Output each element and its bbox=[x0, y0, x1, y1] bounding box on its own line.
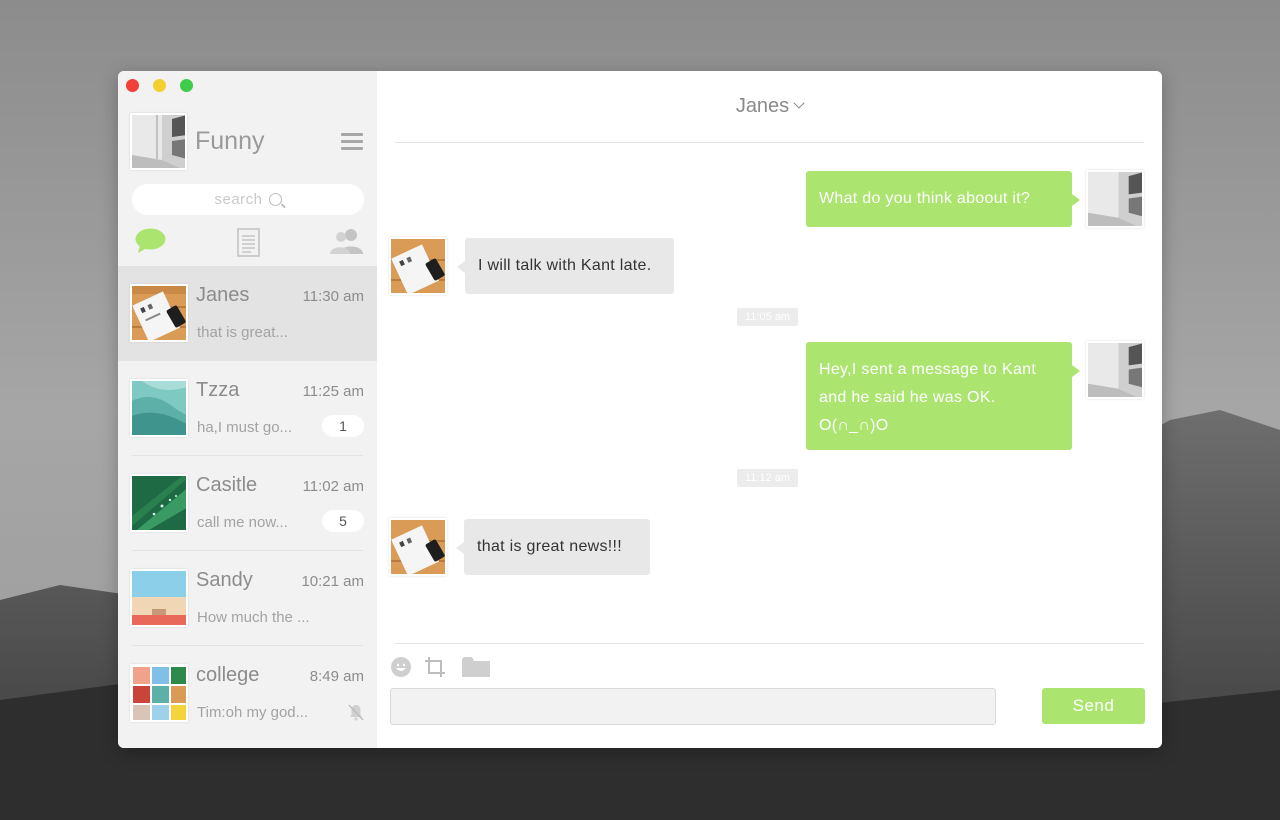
conversation-list: Janes 11:30 am that is great... Tzza 11:… bbox=[118, 266, 377, 741]
conversation-item-janes[interactable]: Janes 11:30 am that is great... bbox=[118, 266, 377, 361]
my-avatar bbox=[1086, 341, 1144, 399]
input-divider bbox=[395, 643, 1144, 644]
contact-name: college bbox=[196, 664, 260, 686]
contact-name: Janes bbox=[196, 284, 250, 306]
message-input[interactable] bbox=[390, 688, 996, 725]
message-text: What do you think aboout it? bbox=[819, 190, 1031, 207]
avatar bbox=[130, 569, 188, 627]
header-divider bbox=[395, 142, 1144, 143]
message-time: 10:21 am bbox=[301, 573, 364, 590]
outgoing-message: Hey,I sent a message to Kant and he said… bbox=[806, 342, 1080, 450]
profile-name: Funny bbox=[195, 127, 265, 155]
emoji-icon[interactable] bbox=[390, 656, 412, 678]
my-avatar bbox=[1086, 170, 1144, 228]
group-avatar bbox=[130, 664, 188, 722]
contact-name: Casitle bbox=[196, 474, 258, 496]
incoming-message: that is great news!!! bbox=[456, 519, 650, 575]
avatar bbox=[130, 284, 188, 342]
message-text: that is great news!!! bbox=[477, 538, 623, 555]
unread-badge: 1 bbox=[322, 415, 364, 437]
message-time: 8:49 am bbox=[309, 668, 364, 685]
outgoing-message: What do you think aboout it? bbox=[806, 171, 1080, 227]
message-preview: ha,I must go... bbox=[197, 419, 293, 436]
chat-window: Funny search Janes 11:30 am that is grea… bbox=[118, 71, 1162, 748]
message-preview: How much the ... bbox=[197, 609, 310, 626]
maximize-window-button[interactable] bbox=[180, 79, 193, 92]
message-time: 11:02 am bbox=[302, 478, 364, 495]
conversation-item-sandy[interactable]: Sandy 10:21 am How much the ... bbox=[118, 551, 377, 646]
sidebar: Funny search Janes 11:30 am that is grea… bbox=[118, 71, 377, 748]
profile-avatar[interactable] bbox=[130, 113, 187, 170]
conversation-item-college[interactable]: college 8:49 am Tim:oh my god... bbox=[118, 646, 377, 741]
conversation-item-tzza[interactable]: Tzza 11:25 am ha,I must go... 1 bbox=[118, 361, 377, 456]
contacts-icon[interactable] bbox=[330, 228, 363, 254]
chat-panel: Janes What do you think aboout it? I wil… bbox=[377, 71, 1162, 748]
close-window-button[interactable] bbox=[126, 79, 139, 92]
contact-avatar bbox=[389, 237, 447, 295]
folder-icon[interactable] bbox=[462, 656, 490, 678]
contact-name: Tzza bbox=[196, 379, 240, 401]
menu-icon[interactable] bbox=[341, 133, 363, 151]
avatar bbox=[130, 379, 188, 437]
contact-avatar bbox=[389, 518, 447, 576]
conversation-item-casitle[interactable]: Casitle 11:02 am call me now... 5 bbox=[118, 456, 377, 551]
message-time: 11:30 am bbox=[302, 288, 364, 305]
search-box[interactable]: search bbox=[132, 184, 364, 215]
crop-icon[interactable] bbox=[424, 656, 446, 678]
message-preview: Tim:oh my god... bbox=[197, 704, 309, 721]
mute-bell-icon bbox=[348, 704, 364, 721]
chevron-down-icon bbox=[793, 97, 805, 109]
search-icon bbox=[268, 192, 282, 206]
message-preview: that is great... bbox=[197, 324, 288, 341]
incoming-message: I will talk with Kant late. bbox=[457, 238, 674, 294]
message-text: Hey,I sent a message to Kant and he said… bbox=[819, 361, 1037, 434]
chat-title: Janes bbox=[735, 95, 790, 117]
timestamp: 11:12 am bbox=[737, 469, 799, 487]
message-time: 11:25 am bbox=[302, 383, 364, 400]
avatar bbox=[130, 474, 188, 532]
chat-title-dropdown[interactable]: Janes bbox=[377, 95, 1162, 118]
timestamp: 11:05 am bbox=[737, 308, 799, 326]
message-preview: call me now... bbox=[197, 514, 288, 531]
search-placeholder: search bbox=[214, 191, 263, 208]
minimize-window-button[interactable] bbox=[153, 79, 166, 92]
contact-name: Sandy bbox=[196, 569, 253, 591]
chat-icon[interactable] bbox=[135, 228, 166, 254]
message-text: I will talk with Kant late. bbox=[478, 257, 652, 274]
send-button[interactable]: Send bbox=[1042, 688, 1145, 724]
unread-badge: 5 bbox=[322, 510, 364, 532]
document-icon[interactable] bbox=[237, 228, 260, 257]
